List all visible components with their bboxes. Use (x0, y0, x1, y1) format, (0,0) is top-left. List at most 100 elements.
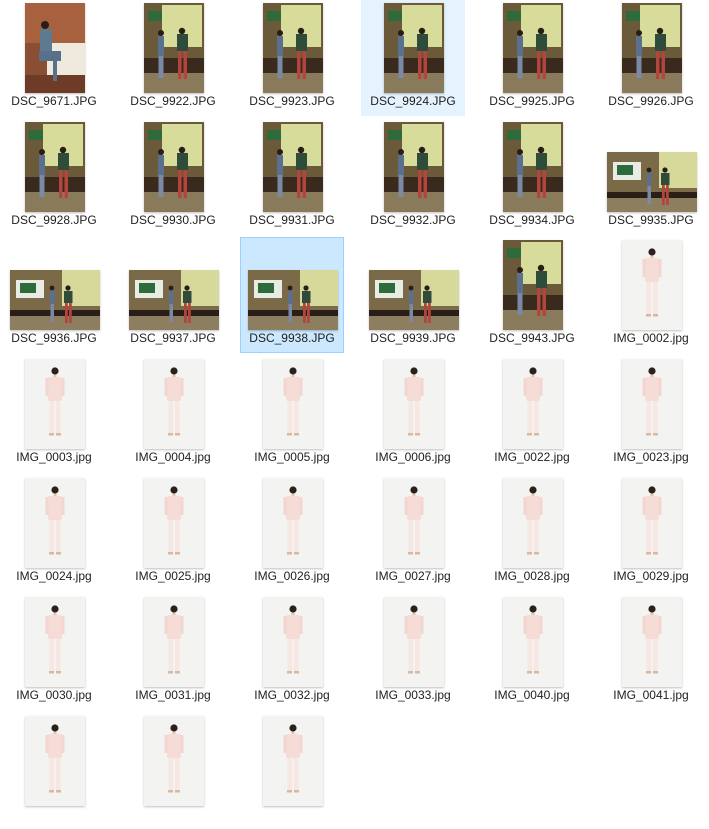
image-thumbnail (144, 3, 204, 93)
file-item[interactable]: IMG_0027.jpg (361, 475, 465, 591)
file-item[interactable]: DSC_9671.JPG (2, 0, 106, 116)
file-item[interactable]: IMG_0033.jpg (361, 594, 465, 710)
file-name: IMG_0028.jpg (494, 569, 570, 583)
file-item[interactable]: DSC_9928.JPG (2, 119, 106, 235)
file-item[interactable]: DSC_9926.JPG (599, 0, 703, 116)
file-name: IMG_0006.jpg (375, 450, 451, 464)
file-name: DSC_9939.JPG (370, 331, 456, 345)
file-item[interactable]: IMG_0025.jpg (121, 475, 225, 591)
file-item[interactable]: DSC_9922.JPG (121, 0, 225, 116)
file-item[interactable]: IMG_0023.jpg (599, 356, 703, 472)
image-thumbnail (503, 240, 563, 330)
image-thumbnail (503, 3, 563, 93)
image-thumbnail (622, 478, 682, 568)
image-thumbnail (25, 359, 85, 449)
image-thumbnail (503, 122, 563, 212)
file-item[interactable]: DSC_9932.JPG (361, 119, 465, 235)
image-thumbnail (622, 359, 682, 449)
file-item[interactable]: IMG_0002.jpg (599, 237, 703, 353)
image-thumbnail (263, 122, 323, 212)
file-item[interactable]: DSC_9930.JPG (121, 119, 225, 235)
file-name: IMG_0026.jpg (254, 569, 330, 583)
file-name: IMG_0022.jpg (494, 450, 570, 464)
file-item[interactable]: IMG_0041.jpg (599, 594, 703, 710)
file-item[interactable]: DSC_9935.JPG (599, 119, 703, 235)
file-item[interactable]: IMG_0006.jpg (361, 356, 465, 472)
file-name: IMG_0033.jpg (375, 688, 451, 702)
file-name: IMG_0030.jpg (16, 688, 92, 702)
file-item[interactable]: IMG_0024.jpg (2, 475, 106, 591)
image-thumbnail (263, 597, 323, 687)
file-item[interactable]: DSC_9923.JPG (240, 0, 344, 116)
file-item[interactable]: IMG_0032.jpg (240, 594, 344, 710)
file-item[interactable]: IMG_0004.jpg (121, 356, 225, 472)
file-item[interactable]: IMG_0028.jpg (480, 475, 584, 591)
file-name: IMG_0031.jpg (135, 688, 211, 702)
image-thumbnail (503, 478, 563, 568)
file-name: DSC_9930.JPG (130, 213, 216, 227)
image-thumbnail (622, 3, 682, 93)
image-thumbnail (263, 478, 323, 568)
image-thumbnail (622, 597, 682, 687)
image-thumbnail (25, 3, 85, 93)
file-name: DSC_9937.JPG (130, 331, 216, 345)
file-item[interactable]: IMG_0005.jpg (240, 356, 344, 472)
image-thumbnail (144, 716, 204, 806)
file-item[interactable]: DSC_9939.JPG (361, 237, 465, 353)
image-thumbnail (144, 597, 204, 687)
image-thumbnail (144, 478, 204, 568)
file-item[interactable]: DSC_9934.JPG (480, 119, 584, 235)
image-thumbnail (129, 270, 219, 330)
file-name: DSC_9931.JPG (249, 213, 335, 227)
file-name: IMG_0003.jpg (16, 450, 92, 464)
image-thumbnail (384, 478, 444, 568)
file-item[interactable]: DSC_9924.JPG (361, 0, 465, 116)
image-thumbnail (25, 597, 85, 687)
file-name: DSC_9925.JPG (489, 94, 575, 108)
file-name: IMG_0041.jpg (613, 688, 689, 702)
file-item-partial[interactable] (2, 713, 106, 829)
file-item[interactable]: IMG_0026.jpg (240, 475, 344, 591)
file-name: DSC_9924.JPG (370, 94, 456, 108)
image-thumbnail (369, 270, 459, 330)
image-thumbnail (384, 122, 444, 212)
file-name: DSC_9936.JPG (11, 331, 97, 345)
image-thumbnail (503, 359, 563, 449)
image-thumbnail (263, 3, 323, 93)
image-thumbnail (263, 716, 323, 806)
image-thumbnail (25, 716, 85, 806)
file-name: IMG_0027.jpg (375, 569, 451, 583)
file-name: IMG_0024.jpg (16, 569, 92, 583)
file-name: DSC_9671.JPG (11, 94, 97, 108)
file-name: DSC_9934.JPG (489, 213, 575, 227)
file-name: IMG_0023.jpg (613, 450, 689, 464)
file-name: IMG_0002.jpg (613, 331, 689, 345)
image-thumbnail (503, 597, 563, 687)
file-item[interactable]: IMG_0022.jpg (480, 356, 584, 472)
file-item[interactable]: DSC_9938.JPG (240, 237, 344, 353)
file-item-partial[interactable] (121, 713, 225, 829)
file-item[interactable]: IMG_0030.jpg (2, 594, 106, 710)
file-item[interactable]: IMG_0040.jpg (480, 594, 584, 710)
file-item-partial[interactable] (240, 713, 344, 829)
file-item[interactable]: IMG_0003.jpg (2, 356, 106, 472)
image-thumbnail (25, 478, 85, 568)
file-item[interactable]: DSC_9937.JPG (121, 237, 225, 353)
file-item[interactable]: DSC_9943.JPG (480, 237, 584, 353)
file-name: IMG_0032.jpg (254, 688, 330, 702)
image-thumbnail (622, 240, 682, 330)
file-name: IMG_0029.jpg (613, 569, 689, 583)
file-item[interactable]: IMG_0029.jpg (599, 475, 703, 591)
file-item[interactable]: DSC_9936.JPG (2, 237, 106, 353)
image-thumbnail (384, 3, 444, 93)
image-thumbnail (144, 359, 204, 449)
file-item[interactable]: DSC_9931.JPG (240, 119, 344, 235)
image-thumbnail (25, 122, 85, 212)
file-item[interactable]: DSC_9925.JPG (480, 0, 584, 116)
image-thumbnail (384, 359, 444, 449)
file-name: DSC_9928.JPG (11, 213, 97, 227)
file-item[interactable]: IMG_0031.jpg (121, 594, 225, 710)
image-thumbnail (263, 359, 323, 449)
file-name: DSC_9938.JPG (249, 331, 335, 345)
file-name: IMG_0025.jpg (135, 569, 211, 583)
